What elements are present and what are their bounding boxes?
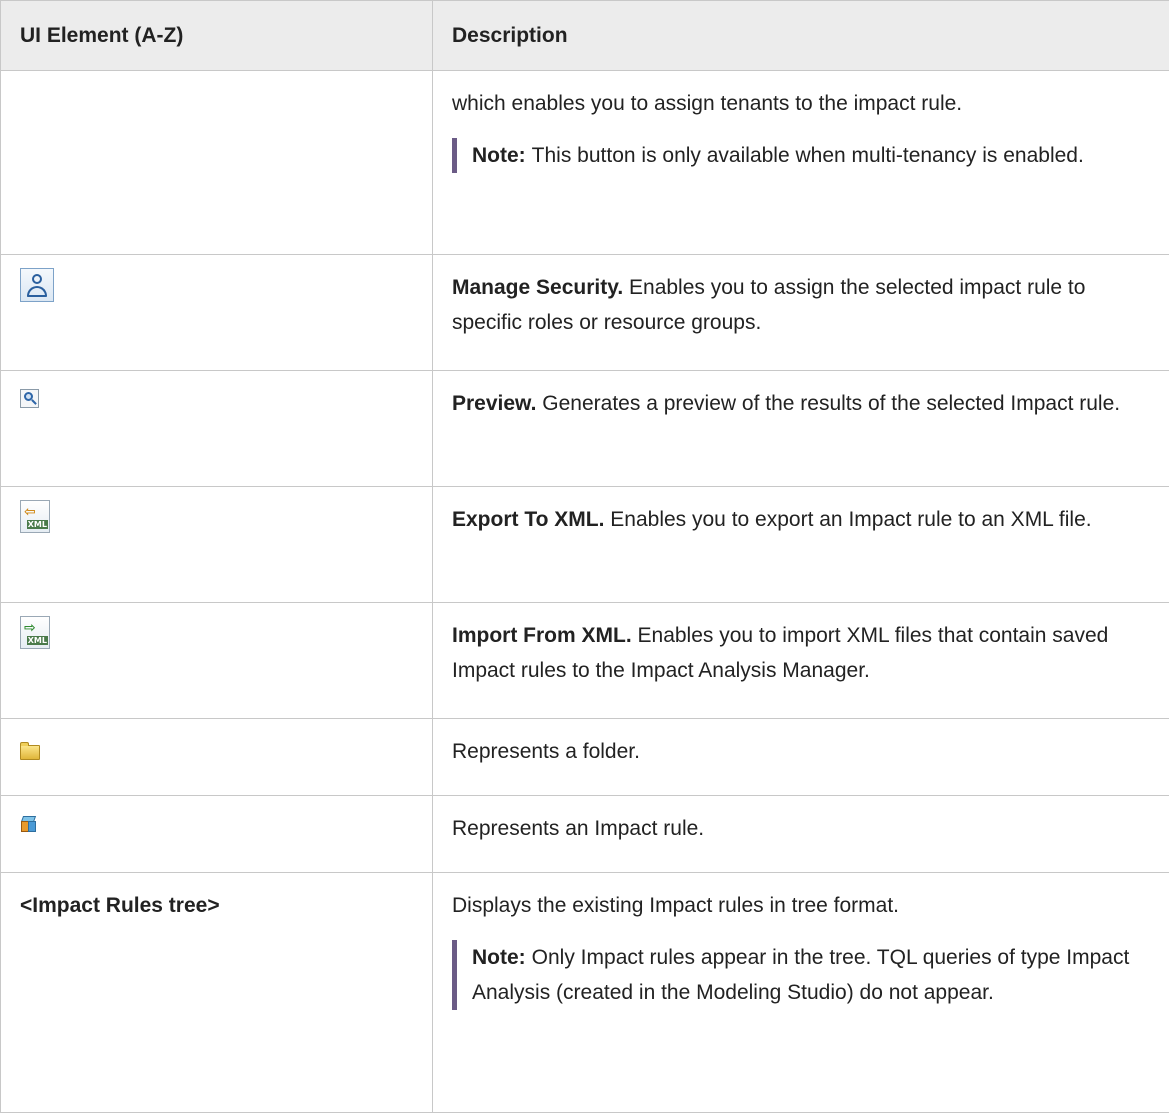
ui-element-cell: [1, 71, 433, 255]
export-to-xml-icon: ⇦ XML: [20, 500, 50, 533]
description-text: Displays the existing Impact rules in tr…: [452, 888, 1152, 923]
impact-rule-icon: [20, 816, 37, 833]
import-from-xml-icon: ⇨ XML: [20, 616, 50, 649]
description-cell: Import From XML. Enables you to import X…: [433, 603, 1169, 719]
description-title: Import From XML.: [452, 624, 632, 647]
ui-element-name: <Impact Rules tree>: [20, 894, 220, 917]
description-text: Represents an Impact rule.: [452, 817, 704, 840]
description-cell: Preview. Generates a preview of the resu…: [433, 371, 1169, 487]
xml-tag: XML: [27, 520, 48, 529]
table-row: Preview. Generates a preview of the resu…: [1, 371, 1169, 487]
description-text: Represents a folder.: [452, 740, 640, 763]
description-title: Preview.: [452, 392, 536, 415]
description-cell: Export To XML. Enables you to export an …: [433, 487, 1169, 603]
ui-element-cell: [1, 255, 433, 371]
description-title: Export To XML.: [452, 508, 604, 531]
table-row: Manage Security. Enables you to assign t…: [1, 255, 1169, 371]
ui-element-cell: [1, 371, 433, 487]
table-row: which enables you to assign tenants to t…: [1, 71, 1169, 255]
note-block: Note: This button is only available when …: [452, 138, 1152, 173]
note-text: Only Impact rules appear in the tree. TQ…: [472, 946, 1129, 1004]
ui-element-cell: [1, 796, 433, 873]
table-row: ⇦ XML Export To XML. Enables you to expo…: [1, 487, 1169, 603]
import-arrow: ⇨: [24, 621, 36, 635]
folder-icon: [20, 745, 40, 760]
ui-elements-table: UI Element (A-Z) Description which enabl…: [0, 0, 1169, 1113]
description-text: Enables you to export an Impact rule to …: [610, 508, 1091, 531]
table-row: <Impact Rules tree> Displays the existin…: [1, 873, 1169, 1113]
export-arrow: ⇦: [24, 505, 36, 519]
table-row: ⇨ XML Import From XML. Enables you to im…: [1, 603, 1169, 719]
description-title: Manage Security.: [452, 276, 623, 299]
note-label: Note:: [472, 946, 526, 969]
description-text: Generates a preview of the results of th…: [542, 392, 1120, 415]
description-text: which enables you to assign tenants to t…: [452, 86, 1152, 121]
xml-tag: XML: [27, 636, 48, 645]
ui-element-cell: <Impact Rules tree>: [1, 873, 433, 1113]
note-text: This button is only available when multi…: [532, 144, 1084, 167]
column-header-description: Description: [433, 1, 1169, 71]
table-row: Represents an Impact rule.: [1, 796, 1169, 873]
description-cell: Manage Security. Enables you to assign t…: [433, 255, 1169, 371]
preview-icon: [20, 389, 39, 408]
manage-security-icon: [20, 268, 54, 302]
table-row: Represents a folder.: [1, 719, 1169, 796]
note-block: Note:Only Impact rules appear in the tre…: [452, 940, 1152, 1010]
description-cell: Displays the existing Impact rules in tr…: [433, 873, 1169, 1113]
description-cell: Represents an Impact rule.: [433, 796, 1169, 873]
table-header-row: UI Element (A-Z) Description: [1, 1, 1169, 71]
ui-element-cell: ⇨ XML: [1, 603, 433, 719]
description-cell: which enables you to assign tenants to t…: [433, 71, 1169, 255]
description-cell: Represents a folder.: [433, 719, 1169, 796]
ui-element-cell: [1, 719, 433, 796]
note-label: Note:: [472, 144, 526, 167]
ui-element-cell: ⇦ XML: [1, 487, 433, 603]
column-header-ui-element: UI Element (A-Z): [1, 1, 433, 71]
